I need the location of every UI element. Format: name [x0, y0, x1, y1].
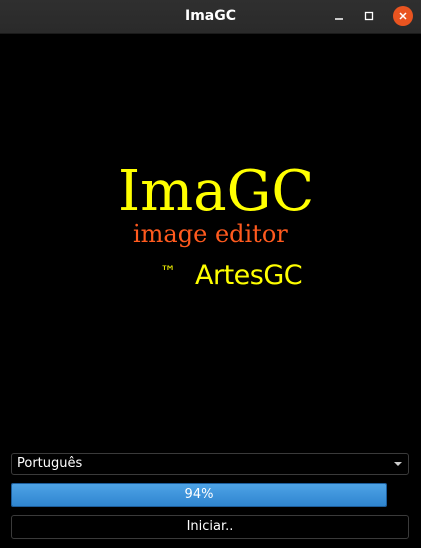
close-button[interactable] — [393, 6, 413, 26]
splash-brand: ArtesGC — [195, 260, 303, 291]
chevron-down-icon — [394, 462, 402, 466]
splash-app-name: ImaGC — [118, 159, 315, 224]
progress-label: 94% — [184, 487, 214, 502]
splash-trademark: ™ — [160, 262, 176, 281]
language-select[interactable]: Português — [11, 453, 409, 475]
start-button[interactable]: Iniciar.. — [11, 515, 409, 539]
language-select-value: Português — [17, 456, 83, 471]
maximize-icon — [364, 11, 374, 21]
app-window: ImaGC ImaGC image editor ™ ArtesGC Portu… — [0, 0, 421, 548]
progress-bar: 94% — [11, 483, 387, 507]
close-icon — [399, 12, 407, 20]
title-bar[interactable]: ImaGC — [0, 0, 421, 34]
splash-subtitle: image editor — [133, 220, 288, 248]
minimize-button[interactable] — [329, 6, 349, 26]
maximize-button[interactable] — [359, 6, 379, 26]
minimize-icon — [335, 18, 343, 20]
window-title: ImaGC — [184, 8, 236, 24]
